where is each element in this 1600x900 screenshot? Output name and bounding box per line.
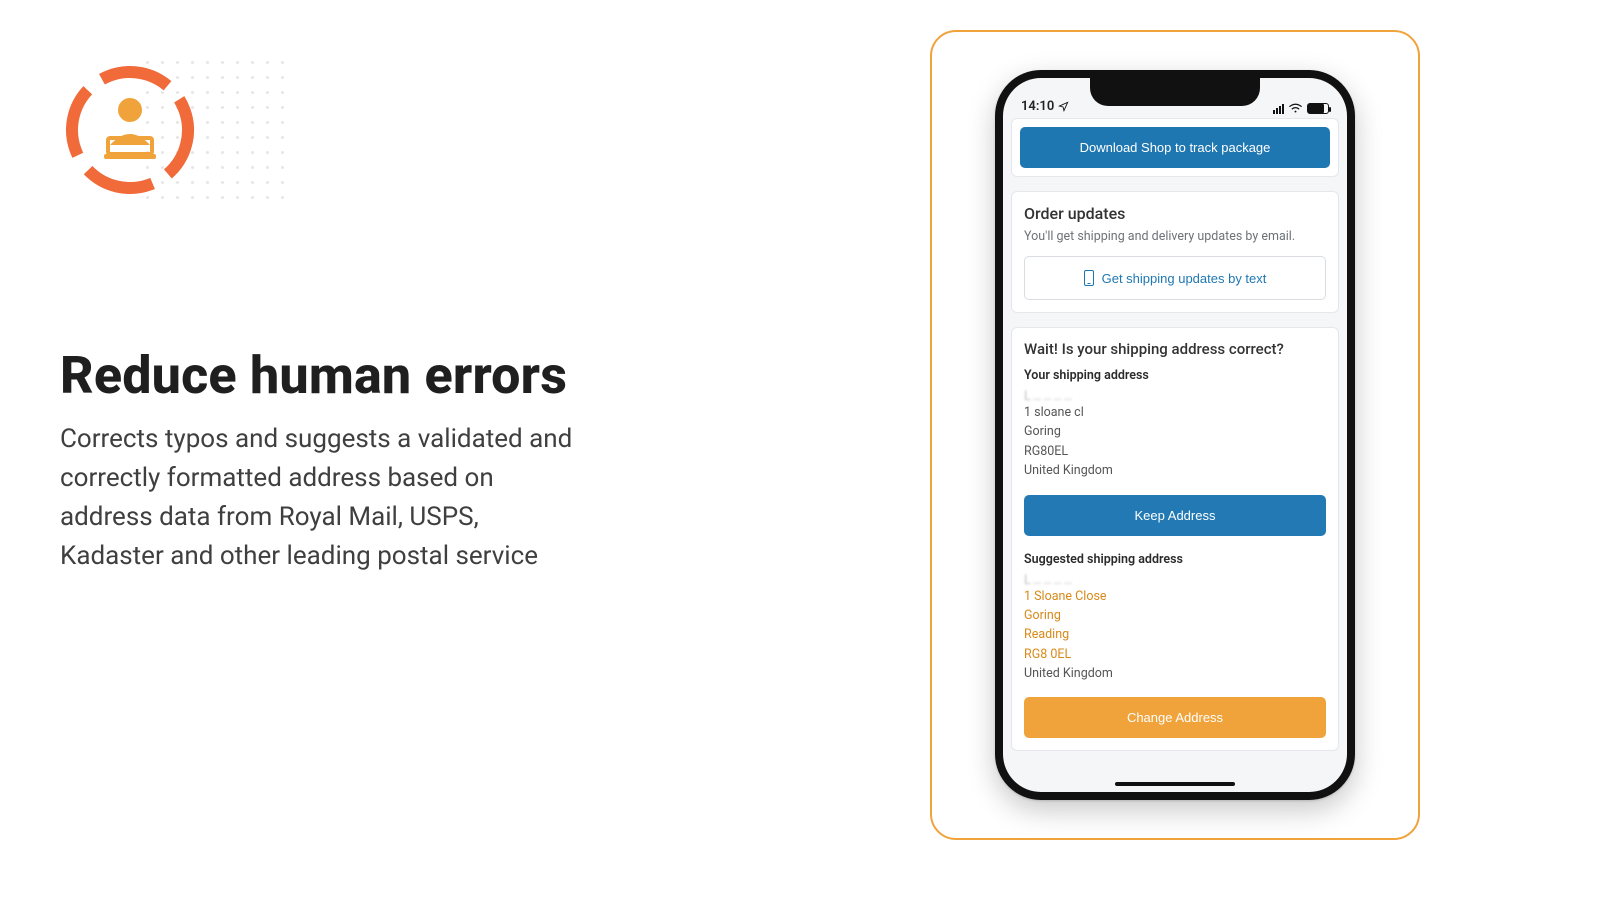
phone-notch	[1090, 78, 1260, 106]
cell-signal-icon	[1273, 104, 1284, 114]
phone-icon	[1084, 270, 1094, 286]
location-arrow-icon	[1058, 101, 1069, 112]
get-text-updates-label: Get shipping updates by text	[1102, 271, 1267, 286]
order-updates-subtitle: You'll get shipping and delivery updates…	[1024, 229, 1326, 244]
your-address-line: 1 sloane cl	[1024, 403, 1326, 422]
suggested-address-line: Reading	[1024, 625, 1326, 644]
suggested-address-line: RG8 0EL	[1024, 645, 1326, 664]
hero-icon-area	[60, 60, 660, 220]
hero-body: Corrects typos and suggests a validated …	[60, 420, 580, 576]
status-time: 14:10	[1021, 99, 1054, 114]
download-shop-button[interactable]: Download Shop to track package	[1020, 127, 1330, 168]
change-address-button[interactable]: Change Address	[1024, 697, 1326, 738]
order-updates-card: Order updates You'll get shipping and de…	[1011, 191, 1339, 313]
hero-headline: Reduce human errors	[60, 345, 567, 406]
person-laptop-icon	[60, 60, 200, 200]
redacted-name: L…………	[1024, 389, 1326, 403]
suggested-address-label: Suggested shipping address	[1024, 552, 1326, 567]
validation-title: Wait! Is your shipping address correct?	[1024, 340, 1326, 358]
order-updates-title: Order updates	[1024, 204, 1326, 223]
redacted-name: L…………	[1024, 573, 1326, 587]
phone-frame: 14:10	[995, 70, 1355, 800]
suggested-address-line: Goring	[1024, 606, 1326, 625]
phone-panel: 14:10	[930, 30, 1420, 840]
your-address-line: Goring	[1024, 422, 1326, 441]
wifi-icon	[1288, 103, 1303, 114]
battery-icon	[1307, 103, 1329, 114]
keep-address-button[interactable]: Keep Address	[1024, 495, 1326, 536]
your-address-line: United Kingdom	[1024, 461, 1326, 480]
get-text-updates-button[interactable]: Get shipping updates by text	[1024, 256, 1326, 300]
your-address-label: Your shipping address	[1024, 368, 1326, 383]
home-indicator	[1115, 782, 1235, 786]
suggested-address-line: 1 Sloane Close	[1024, 587, 1326, 606]
your-address-line: RG80EL	[1024, 442, 1326, 461]
suggested-address-line: United Kingdom	[1024, 664, 1326, 683]
address-validation-card: Wait! Is your shipping address correct? …	[1011, 327, 1339, 751]
